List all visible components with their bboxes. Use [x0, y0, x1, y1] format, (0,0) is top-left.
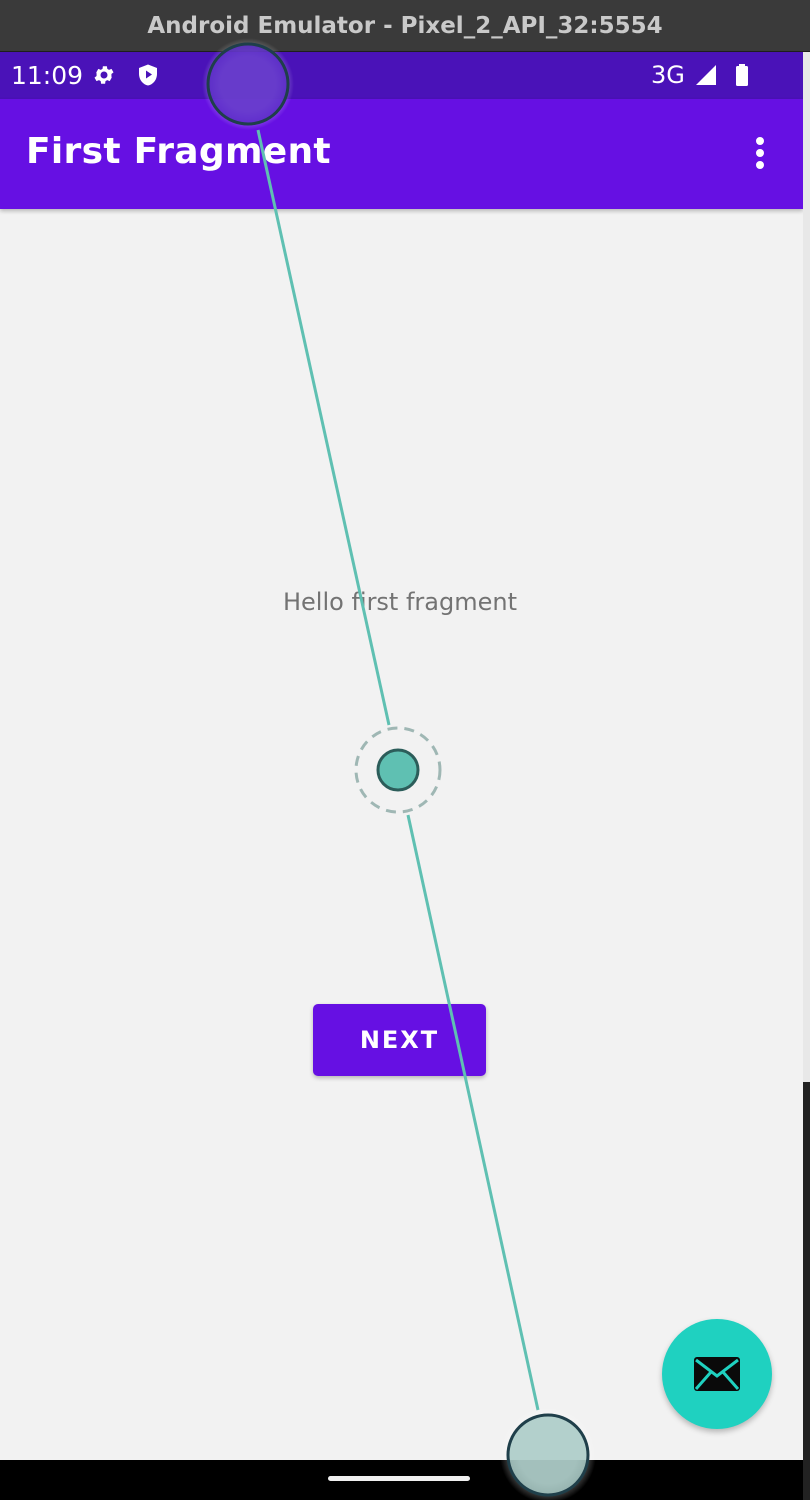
- navigation-bar: [0, 1460, 803, 1500]
- signal-icon: [694, 63, 718, 87]
- email-fab[interactable]: [662, 1319, 772, 1429]
- home-handle[interactable]: [328, 1476, 470, 1481]
- email-icon: [694, 1357, 740, 1391]
- more-vert-icon[interactable]: [740, 129, 780, 177]
- window-edge: [803, 52, 810, 1082]
- window-edge-dark: [803, 1082, 810, 1500]
- status-time: 11:09: [11, 61, 84, 90]
- device-screen: 11:09 3G First Fragment Hello first frag…: [0, 52, 803, 1500]
- hello-text: Hello first fragment: [282, 588, 517, 616]
- next-button[interactable]: NEXT: [313, 1004, 486, 1076]
- shield-play-icon: [136, 63, 160, 87]
- network-type: 3G: [651, 61, 685, 89]
- emulator-title-bar: Android Emulator - Pixel_2_API_32:5554: [0, 0, 810, 52]
- battery-icon: [730, 63, 754, 87]
- next-button-label: NEXT: [359, 1026, 440, 1054]
- status-bar: 11:09 3G: [0, 52, 803, 99]
- window-title: Android Emulator - Pixel_2_API_32:5554: [147, 12, 663, 39]
- app-bar-title: First Fragment: [26, 131, 331, 172]
- settings-icon: [92, 63, 116, 87]
- app-bar: First Fragment: [0, 99, 803, 209]
